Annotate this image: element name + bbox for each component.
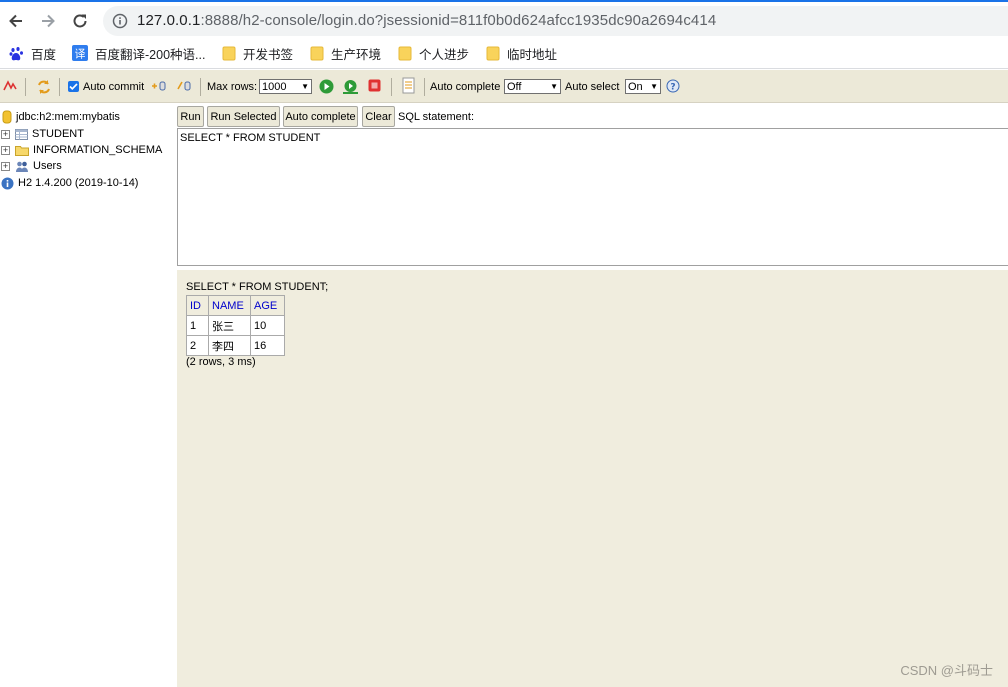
folder-icon — [310, 46, 324, 61]
result-summary: (2 rows, 3 ms) — [186, 356, 256, 368]
stop-icon — [368, 79, 381, 92]
toolbar-separator — [391, 78, 392, 96]
history-button[interactable] — [401, 77, 416, 94]
auto-commit-checkbox[interactable] — [68, 81, 79, 92]
svg-text:译: 译 — [75, 48, 86, 61]
object-tree: jdbc:h2:mem:mybatis + STUDENT + INFORMAT… — [0, 104, 177, 687]
toolbar-separator — [200, 78, 201, 96]
table-cell: 1 — [186, 315, 209, 336]
run-selected-icon — [343, 80, 358, 94]
baidu-icon — [9, 46, 24, 61]
auto-complete-select[interactable]: Off ▼ — [504, 79, 561, 94]
browser-address-bar: 127.0.0.1:8888/h2-console/login.do?jsess… — [0, 0, 1008, 38]
checkmark-icon — [69, 83, 78, 91]
commit-icon — [152, 81, 166, 91]
chevron-down-icon: ▼ — [550, 82, 558, 91]
chevron-down-icon: ▼ — [650, 82, 658, 91]
info-icon[interactable] — [112, 13, 128, 29]
query-button-bar: Run Run Selected Auto complete Clear SQL… — [177, 104, 1008, 128]
table-cell: 2 — [186, 335, 209, 356]
auto-select-select[interactable]: On ▼ — [625, 79, 661, 94]
run-selected-button-icon[interactable] — [342, 79, 359, 94]
run-selected-button[interactable]: Run Selected — [207, 106, 280, 127]
column-header-age[interactable]: AGE — [250, 295, 285, 316]
folder-icon — [486, 46, 500, 61]
run-button-icon[interactable] — [319, 79, 334, 94]
disconnect-button[interactable] — [3, 79, 17, 93]
sql-statement-label: SQL statement: — [398, 111, 475, 123]
reload-button[interactable] — [67, 8, 93, 34]
table-row: 2 李四 16 — [186, 335, 285, 356]
bookmark-baidu[interactable]: 百度 — [9, 43, 56, 63]
chevron-down-icon: ▼ — [301, 82, 309, 91]
auto-commit-label: Auto commit — [83, 81, 145, 93]
rollback-button[interactable] — [176, 79, 192, 93]
tree-item-student[interactable]: + STUDENT — [0, 126, 84, 142]
tree-item-connection[interactable]: jdbc:h2:mem:mybatis — [2, 109, 120, 125]
translate-icon: 译 — [72, 45, 88, 61]
sql-editor[interactable]: SELECT * FROM STUDENT — [177, 128, 1008, 266]
table-cell: 李四 — [208, 335, 251, 356]
clear-button[interactable]: Clear — [362, 106, 395, 127]
table-header-row: ID NAME AGE — [186, 295, 285, 316]
disconnect-icon — [3, 80, 17, 91]
h2-toolbar: Auto commit Max rows: 1000 ▼ Auto complet… — [0, 70, 1008, 103]
expand-icon[interactable]: + — [1, 145, 10, 155]
auto-select-label: Auto select — [565, 81, 620, 93]
table-row: 1 张三 10 — [186, 315, 285, 336]
tree-item-version: H2 1.4.200 (2019-10-14) — [1, 175, 138, 191]
table-cell: 16 — [250, 335, 285, 356]
arrow-left-icon — [9, 14, 22, 28]
play-icon — [319, 79, 334, 94]
max-rows-label: Max rows: — [207, 81, 258, 93]
expand-icon[interactable]: + — [1, 129, 10, 139]
bookmark-folder-prod[interactable]: 生产环境 — [310, 43, 381, 63]
refresh-icon — [38, 80, 50, 94]
bookmarks-bar: 百度 译 百度翻译-200种语... 开发书签 生产环境 个人进步 临时地址 — [0, 38, 1008, 69]
tree-item-information-schema[interactable]: + INFORMATION_SCHEMA — [0, 142, 162, 158]
svg-text:?: ? — [670, 83, 675, 93]
executed-statement: SELECT * FROM STUDENT; — [186, 281, 329, 293]
watermark: CSDN @斗码士 — [900, 663, 993, 678]
results-panel: SELECT * FROM STUDENT; ID NAME AGE 1 张三 … — [177, 270, 1008, 687]
forward-button[interactable] — [35, 8, 61, 34]
table-icon — [15, 128, 28, 140]
table-cell: 10 — [250, 315, 285, 336]
refresh-button[interactable] — [36, 79, 52, 95]
folder-icon — [222, 46, 236, 61]
table-cell: 张三 — [208, 315, 251, 336]
database-icon — [2, 110, 12, 124]
stop-button[interactable] — [368, 79, 381, 92]
help-button[interactable]: ? — [666, 79, 680, 93]
auto-complete-button[interactable]: Auto complete — [283, 106, 358, 127]
folder-icon — [398, 46, 412, 61]
bookmark-folder-personal[interactable]: 个人进步 — [398, 43, 469, 63]
help-icon: ? — [666, 79, 680, 93]
commit-button[interactable] — [151, 79, 167, 93]
bookmark-baidu-translate[interactable]: 译 百度翻译-200种语... — [72, 43, 205, 63]
expand-icon[interactable]: + — [1, 161, 10, 171]
bookmark-folder-temp[interactable]: 临时地址 — [486, 43, 557, 63]
bookmark-folder-dev[interactable]: 开发书签 — [222, 43, 293, 63]
toolbar-separator — [59, 78, 60, 96]
max-rows-select[interactable]: 1000 ▼ — [259, 79, 312, 94]
url-field[interactable]: 127.0.0.1:8888/h2-console/login.do?jsess… — [103, 6, 1008, 36]
reload-icon — [73, 14, 87, 28]
info-icon — [1, 177, 14, 190]
url-text: 127.0.0.1:8888/h2-console/login.do?jsess… — [137, 12, 717, 29]
tree-item-users[interactable]: + Users — [0, 158, 62, 174]
users-icon — [15, 160, 29, 173]
history-icon — [402, 77, 415, 94]
arrow-right-icon — [42, 14, 55, 28]
column-header-id[interactable]: ID — [186, 295, 209, 316]
run-button[interactable]: Run — [177, 106, 204, 127]
toolbar-separator — [25, 78, 26, 96]
folder-icon — [15, 145, 29, 156]
back-button[interactable] — [3, 8, 29, 34]
auto-complete-label: Auto complete — [430, 81, 501, 93]
rollback-icon — [177, 81, 191, 91]
column-header-name[interactable]: NAME — [208, 295, 251, 316]
toolbar-separator — [424, 78, 425, 96]
result-table: ID NAME AGE 1 张三 10 2 李四 16 — [186, 295, 285, 356]
